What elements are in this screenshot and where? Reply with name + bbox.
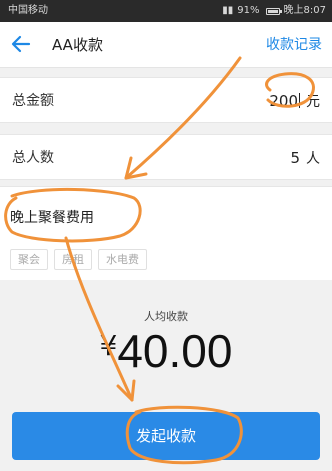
total-amount-row[interactable]: 总金额 200 元: [0, 77, 332, 123]
total-amount-unit: 元: [306, 94, 320, 110]
page-title: AA收款: [52, 36, 103, 54]
carrier-label: 中国移动: [8, 5, 48, 16]
collection-records-link[interactable]: 收款记录: [266, 22, 322, 68]
note-input[interactable]: 晚上聚餐费用: [10, 207, 94, 227]
note-box[interactable]: 晚上聚餐费用 聚会 房租 水电费: [0, 186, 332, 280]
note-tags: 聚会 房租 水电费: [10, 249, 147, 270]
battery-percent: 91%: [237, 5, 260, 16]
total-amount-field[interactable]: 200 元: [269, 78, 320, 125]
clock: 晚上8:07: [283, 5, 326, 16]
signal-icon: ▮▮: [222, 5, 234, 16]
total-people-label: 总人数: [12, 150, 54, 166]
tag-chip[interactable]: 水电费: [98, 249, 147, 270]
status-right: ▮▮ 91% 晚上8:07: [222, 0, 326, 22]
total-amount-value[interactable]: 200: [269, 92, 298, 110]
per-person-value: 40.00: [117, 325, 233, 377]
total-people-unit: 人: [306, 151, 320, 167]
tag-chip[interactable]: 聚会: [10, 249, 48, 270]
start-collection-button[interactable]: 发起收款: [12, 412, 320, 460]
battery-icon: [265, 7, 282, 15]
currency-symbol: ¥: [99, 329, 118, 362]
tag-chip[interactable]: 房租: [54, 249, 92, 270]
total-people-value[interactable]: 5: [290, 149, 300, 167]
total-people-row[interactable]: 总人数 5人: [0, 134, 332, 180]
text-cursor: [299, 93, 300, 108]
per-person-amount: ¥40.00: [0, 324, 332, 378]
status-bar: 中国移动 ▮▮ 91% 晚上8:07: [0, 0, 332, 22]
total-people-field[interactable]: 5人: [290, 135, 320, 182]
nav-bar: AA收款 收款记录: [0, 22, 332, 68]
arrow-left-icon[interactable]: [10, 33, 32, 55]
per-person-label: 人均收款: [144, 310, 188, 323]
total-amount-label: 总金额: [12, 93, 54, 109]
